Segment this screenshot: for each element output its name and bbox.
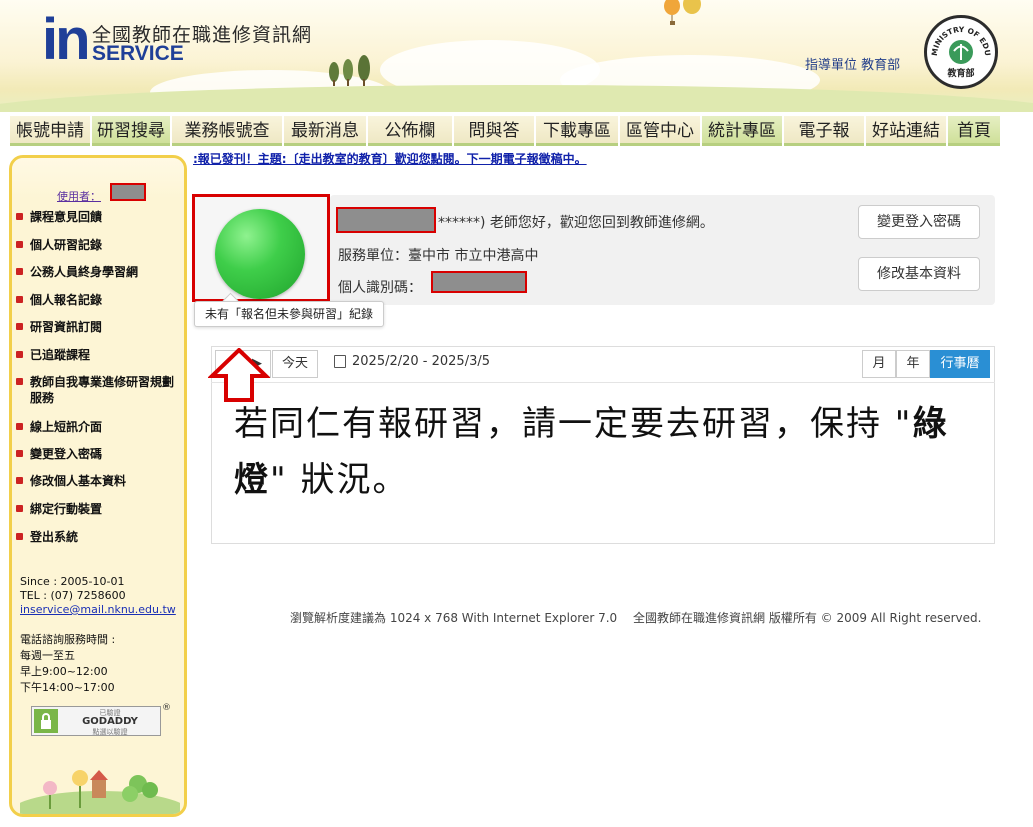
- sidebar-item-label: 綁定行動裝置: [30, 502, 103, 516]
- bullet-icon: [16, 241, 23, 248]
- sidebar-item-label: 已追蹤課程: [30, 348, 91, 362]
- hours-title: 電話諮詢服務時間 :: [20, 633, 116, 646]
- sidebar-item-label: 線上短訊介面: [30, 420, 103, 434]
- nav-item[interactable]: 問與答: [454, 116, 534, 146]
- nav-item[interactable]: 下載專區: [536, 116, 618, 146]
- hours-am: 早上9:00~12:00: [20, 665, 108, 678]
- nav-item[interactable]: 統計專區: [702, 116, 782, 146]
- sidebar-item[interactable]: 綁定行動裝置: [16, 501, 178, 517]
- godaddy-verify-badge[interactable]: 已驗證 GODADDY 點選以驗證: [31, 706, 161, 736]
- site-header: in 全國教師在職進修資訊網 SERVICE 指導單位 教育部 MINISTRY…: [0, 0, 1033, 112]
- hours-days: 每週一至五: [20, 649, 75, 662]
- balloon-icon: [664, 0, 701, 25]
- sidebar-item-label: 個人報名記錄: [30, 293, 103, 307]
- view-month-button[interactable]: 月: [862, 350, 896, 378]
- sidebar-item[interactable]: 研習資訊訂閱: [16, 319, 178, 335]
- nav-item[interactable]: 業務帳號查: [172, 116, 282, 146]
- redacted-name: [336, 207, 436, 233]
- tree-icon: [329, 55, 370, 86]
- bullet-icon: [16, 323, 23, 330]
- nav-item[interactable]: 研習搜尋: [92, 116, 170, 146]
- up-arrow-icon: [208, 348, 270, 402]
- bullet-icon: [16, 378, 23, 385]
- sidebar-item[interactable]: 公務人員終身學習網: [16, 264, 178, 280]
- nav-item[interactable]: 最新消息: [284, 116, 366, 146]
- nav-item[interactable]: 首頁: [948, 116, 1000, 146]
- note-part1: 若同仁有報研習，請一定要去研習，保持 ": [234, 404, 913, 444]
- view-agenda-button[interactable]: 行事曆: [930, 350, 990, 378]
- bullet-icon: [16, 268, 23, 275]
- main-nav: 帳號申請 研習搜尋 業務帳號查 最新消息 公佈欄 問與答 下載專區 區管中心 統計專區 電子報 好站…: [10, 116, 1008, 146]
- note-part2: " 狀況。: [270, 460, 409, 500]
- ministry-seal-logo: MINISTRY OF EDUCATION 教育部: [924, 11, 998, 89]
- sidebar-item[interactable]: 變更登入密碼: [16, 446, 178, 462]
- sidebar-item[interactable]: 登出系統: [16, 529, 178, 545]
- redacted-username: [110, 183, 146, 201]
- sidebar-item-label: 變更登入密碼: [30, 447, 103, 461]
- status-tooltip: 未有「報名但未參與研習」紀錄: [194, 301, 385, 327]
- nav-item[interactable]: 區管中心: [620, 116, 700, 146]
- nav-item[interactable]: 電子報: [784, 116, 864, 146]
- sidebar-item[interactable]: 教師自我專業進修研習規劃服務: [16, 374, 178, 406]
- sidebar-item-label: 教師自我專業進修研習規劃服務: [30, 375, 175, 405]
- footer-text: 瀏覽解析度建議為 1024 x 768 With Internet Explor…: [290, 611, 982, 625]
- registered-mark: ®: [162, 703, 171, 713]
- since-text: Since : 2005-10-01: [20, 575, 125, 588]
- nav-item[interactable]: 公佈欄: [368, 116, 452, 146]
- badge-name: GODADDY: [82, 716, 138, 727]
- bullet-icon: [16, 477, 23, 484]
- green-status-light-icon[interactable]: [215, 209, 305, 299]
- bullet-icon: [16, 351, 23, 358]
- service-unit: 服務單位：臺中市 市立中港高中: [338, 248, 539, 264]
- sidebar-item-label: 個人研習記錄: [30, 238, 103, 252]
- id-label: 個人識別碼：: [338, 280, 422, 296]
- calendar-divider: [211, 382, 995, 383]
- status-light-box: [192, 194, 330, 302]
- supervisor-label: 指導單位 教育部: [805, 58, 901, 73]
- today-button[interactable]: 今天: [272, 350, 318, 378]
- sidebar-item-label: 公務人員終身學習網: [30, 265, 139, 279]
- badge-sub-text: 點選以驗證: [92, 728, 128, 736]
- reminder-note: 若同仁有報研習，請一定要去研習，保持 "綠燈" 狀況。: [234, 396, 984, 508]
- lock-icon: [34, 709, 58, 733]
- sidebar-item[interactable]: 修改個人基本資料: [16, 473, 178, 489]
- bullet-icon: [16, 533, 23, 540]
- date-range: 2025/2/20 - 2025/3/5: [352, 354, 490, 369]
- sidebar-item-label: 修改個人基本資料: [30, 474, 127, 488]
- hours-pm: 下午14:00~17:00: [20, 681, 115, 694]
- sidebar-item-label: 登出系統: [30, 530, 79, 544]
- sidebar-item[interactable]: 線上短訊介面: [16, 419, 178, 435]
- bullet-icon: [16, 213, 23, 220]
- change-password-button[interactable]: 變更登入密碼: [858, 205, 980, 239]
- edit-profile-button[interactable]: 修改基本資料: [858, 257, 980, 291]
- bullet-icon: [16, 296, 23, 303]
- nav-item[interactable]: 好站連結: [866, 116, 946, 146]
- seal-cn: 教育部: [946, 67, 974, 79]
- sidebar-item[interactable]: 個人研習記錄: [16, 237, 178, 253]
- tel-text: TEL : (07) 7258600: [20, 589, 126, 602]
- sidebar-item[interactable]: 個人報名記錄: [16, 292, 178, 308]
- nav-item[interactable]: 帳號申請: [10, 116, 90, 146]
- greeting-text: ******) 老師您好，歡迎您回到教師進修網。: [438, 215, 714, 231]
- bullet-icon: [16, 505, 23, 512]
- logo-mark: in: [42, 7, 91, 72]
- redacted-id: [431, 271, 527, 293]
- news-marquee[interactable]: :報已發刊！主題:〔走出教室的教育〕歡迎您點閱。下一期電子報徵稿中。: [193, 150, 587, 167]
- email-link[interactable]: inservice@mail.nknu.edu.tw: [20, 602, 176, 617]
- calendar-icon: [334, 355, 346, 368]
- view-year-button[interactable]: 年: [896, 350, 930, 378]
- sidebar-item-label: 研習資訊訂閱: [30, 320, 103, 334]
- site-subtitle: SERVICE: [92, 42, 184, 65]
- sidebar-item[interactable]: 課程意見回饋: [16, 209, 178, 225]
- user-label: 使用者：: [57, 190, 101, 203]
- sidebar-item[interactable]: 已追蹤課程: [16, 347, 178, 363]
- bullet-icon: [16, 423, 23, 430]
- sidebar-item-label: 課程意見回饋: [30, 210, 103, 224]
- bullet-icon: [16, 450, 23, 457]
